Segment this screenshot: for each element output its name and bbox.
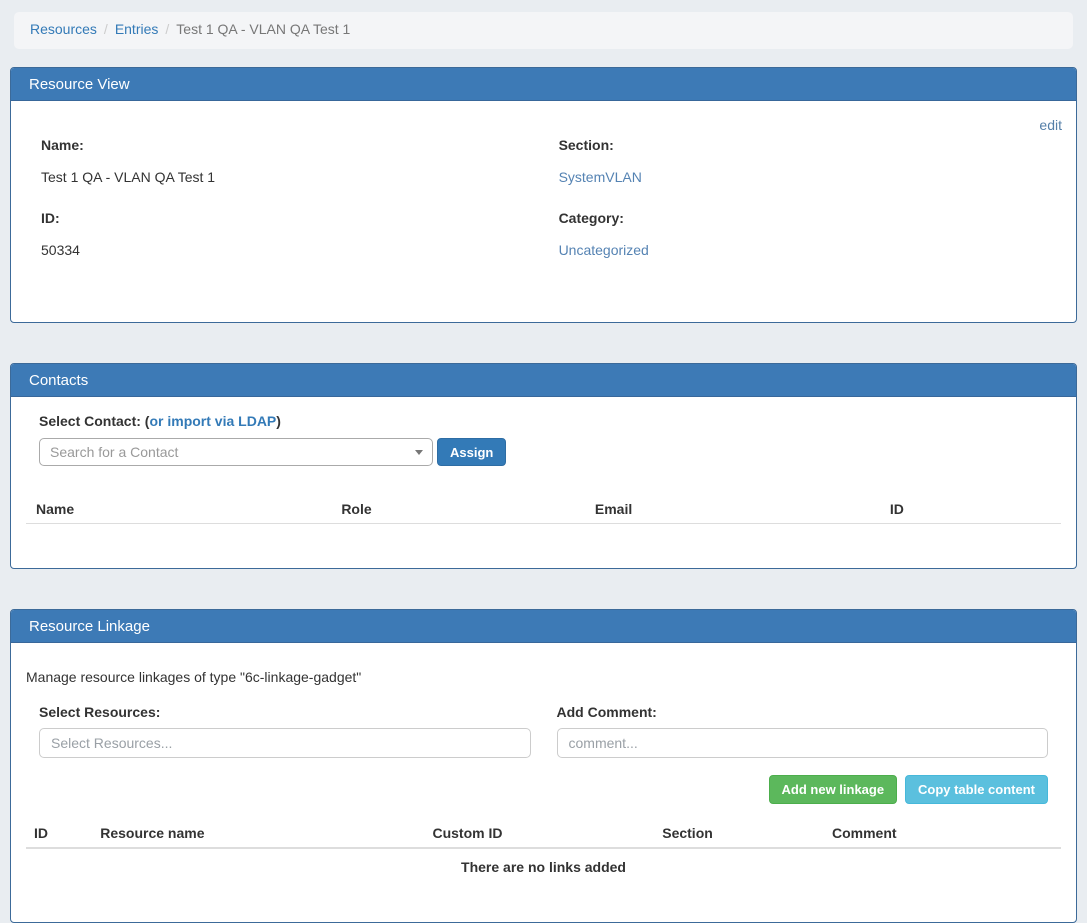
contact-search-select[interactable]: Search for a Contact bbox=[39, 438, 433, 466]
name-value: Test 1 QA - VLAN QA Test 1 bbox=[41, 169, 559, 185]
breadcrumb-separator: / bbox=[104, 21, 108, 37]
contacts-panel-title: Contacts bbox=[11, 364, 1076, 397]
breadcrumb-separator: / bbox=[165, 21, 169, 37]
breadcrumb-link-resources[interactable]: Resources bbox=[30, 21, 97, 37]
id-value: 50334 bbox=[41, 242, 559, 258]
chevron-down-icon bbox=[415, 450, 423, 455]
linkage-table: ID Resource name Custom ID Section Comme… bbox=[26, 825, 1061, 885]
linkage-empty-row: There are no links added bbox=[26, 848, 1061, 885]
linkage-header-custom-id: Custom ID bbox=[424, 825, 654, 848]
linkage-header-resource-name: Resource name bbox=[92, 825, 424, 848]
select-resources-input[interactable] bbox=[39, 728, 531, 758]
section-value-link[interactable]: SystemVLAN bbox=[559, 169, 642, 185]
linkage-empty-message: There are no links added bbox=[26, 848, 1061, 885]
select-contact-label: Select Contact: (or import via LDAP) bbox=[39, 413, 1048, 429]
contact-search-placeholder: Search for a Contact bbox=[50, 444, 178, 460]
select-resources-group: Select Resources: bbox=[26, 704, 544, 758]
resource-view-panel: Resource View edit Name: Test 1 QA - VLA… bbox=[10, 67, 1077, 323]
linkage-header-id: ID bbox=[26, 825, 92, 848]
resource-linkage-panel: Resource Linkage Manage resource linkage… bbox=[10, 609, 1077, 923]
resource-view-fields: Name: Test 1 QA - VLAN QA Test 1 ID: 503… bbox=[41, 137, 1046, 283]
resource-linkage-panel-title: Resource Linkage bbox=[11, 610, 1076, 643]
linkage-header-comment: Comment bbox=[824, 825, 1061, 848]
contacts-header-id: ID bbox=[880, 500, 1061, 524]
id-label: ID: bbox=[41, 210, 559, 226]
contacts-panel: Contacts Select Contact: (or import via … bbox=[10, 363, 1077, 569]
add-comment-group: Add Comment: bbox=[544, 704, 1062, 758]
contact-form: Select Contact: (or import via LDAP) Sea… bbox=[11, 413, 1076, 466]
contacts-header-name: Name bbox=[26, 500, 331, 524]
category-value-link[interactable]: Uncategorized bbox=[559, 242, 649, 258]
ldap-import-link[interactable]: or import via LDAP bbox=[149, 413, 276, 429]
linkage-buttons-row: Add new linkage Copy table content bbox=[26, 758, 1061, 804]
category-label: Category: bbox=[559, 210, 1046, 226]
resource-view-panel-body: edit Name: Test 1 QA - VLAN QA Test 1 ID… bbox=[11, 101, 1076, 322]
breadcrumb: Resources / Entries / Test 1 QA - VLAN QA Te… bbox=[14, 12, 1073, 49]
linkage-table-header-row: ID Resource name Custom ID Section Comme… bbox=[26, 825, 1061, 848]
resource-view-left-column: Name: Test 1 QA - VLAN QA Test 1 ID: 503… bbox=[41, 137, 559, 283]
resource-view-right-column: Section: SystemVLAN Category: Uncategori… bbox=[559, 137, 1046, 283]
contacts-header-role: Role bbox=[331, 500, 585, 524]
select-contact-label-prefix: Select Contact: ( bbox=[39, 413, 149, 429]
resource-linkage-panel-body: Manage resource linkages of type "6c-lin… bbox=[11, 643, 1076, 922]
edit-link[interactable]: edit bbox=[1039, 117, 1062, 133]
linkage-header-section: Section bbox=[654, 825, 824, 848]
section-label: Section: bbox=[559, 137, 1046, 153]
name-label: Name: bbox=[41, 137, 559, 153]
add-comment-label: Add Comment: bbox=[557, 704, 1049, 720]
copy-table-content-button[interactable]: Copy table content bbox=[905, 775, 1048, 804]
contacts-table: Name Role Email ID bbox=[26, 500, 1061, 524]
resource-view-panel-title: Resource View bbox=[11, 68, 1076, 101]
comment-input[interactable] bbox=[557, 728, 1049, 758]
select-contact-label-suffix: ) bbox=[276, 413, 281, 429]
contacts-header-email: Email bbox=[585, 500, 880, 524]
contacts-table-header-row: Name Role Email ID bbox=[26, 500, 1061, 524]
breadcrumb-current: Test 1 QA - VLAN QA Test 1 bbox=[176, 21, 350, 37]
breadcrumb-link-entries[interactable]: Entries bbox=[115, 21, 159, 37]
assign-button[interactable]: Assign bbox=[437, 438, 506, 466]
select-resources-label: Select Resources: bbox=[39, 704, 531, 720]
add-new-linkage-button[interactable]: Add new linkage bbox=[769, 775, 898, 804]
contacts-panel-body: Select Contact: (or import via LDAP) Sea… bbox=[11, 397, 1076, 568]
linkage-description: Manage resource linkages of type "6c-lin… bbox=[26, 669, 1061, 685]
